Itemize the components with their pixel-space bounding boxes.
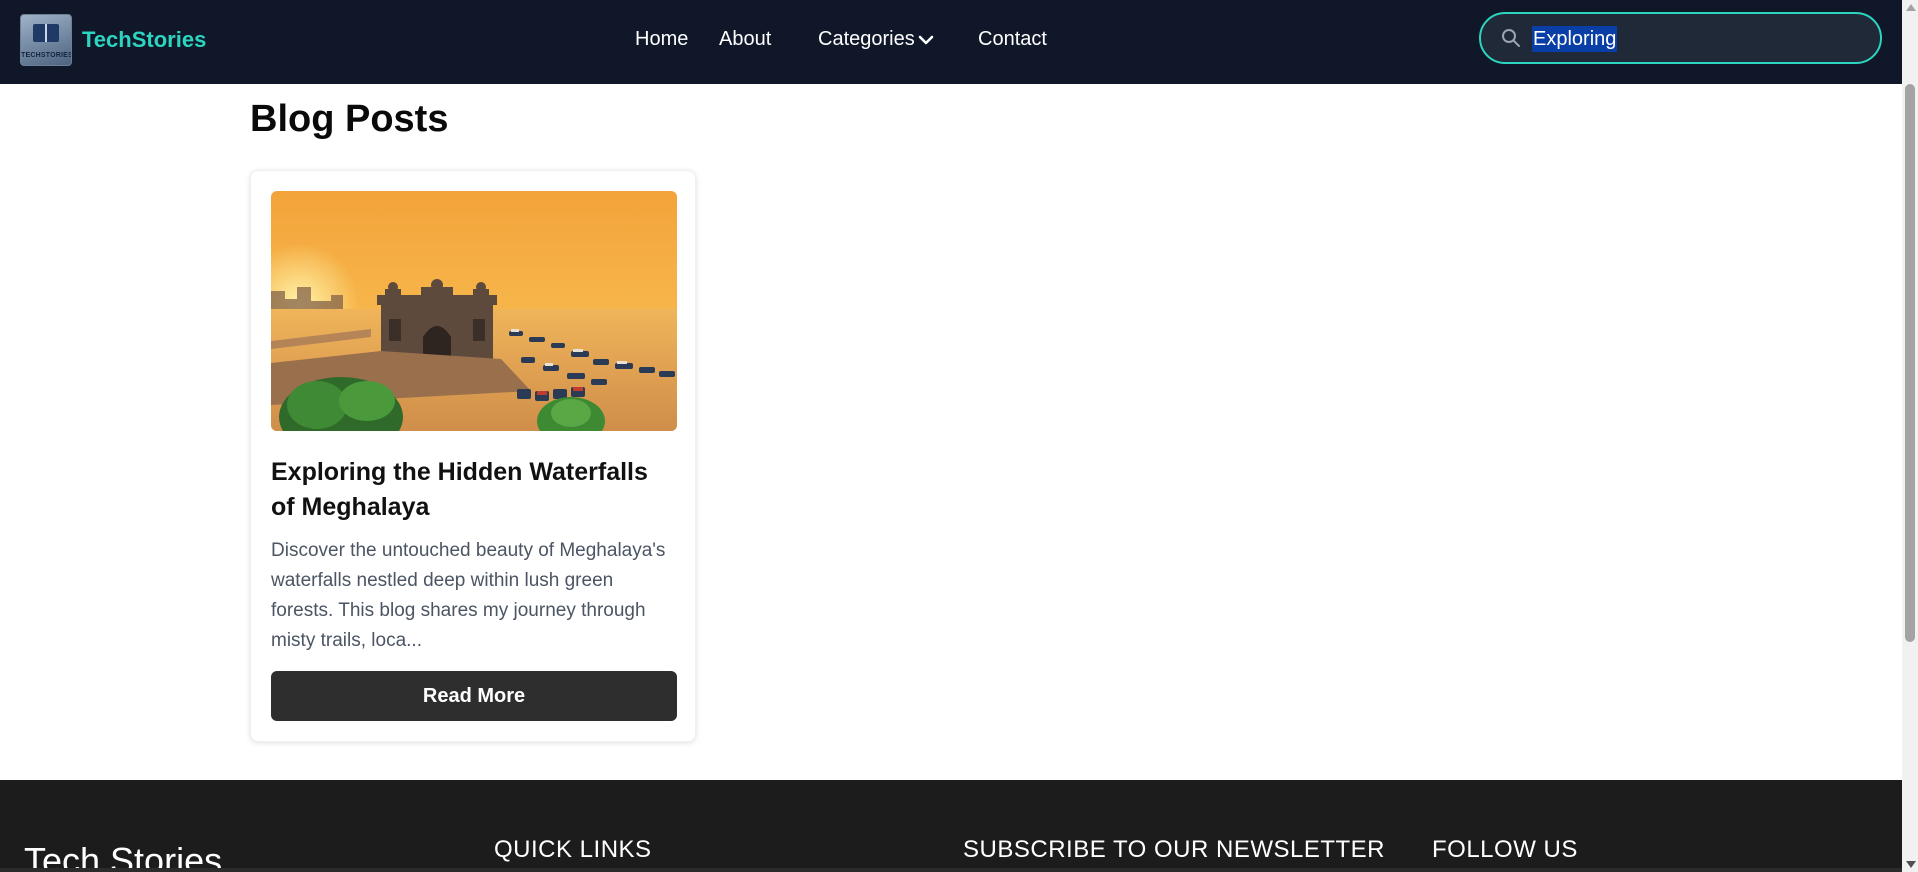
gateway-sunset-image [271,191,677,431]
post-thumbnail[interactable] [271,191,677,431]
brand-name[interactable]: TechStories [82,27,206,53]
search-selected-text: Exploring [1532,26,1618,52]
scroll-down-arrow-icon[interactable] [1906,861,1916,868]
footer-divider [0,868,1902,872]
nav-categories[interactable]: Categories [818,28,934,51]
post-excerpt: Discover the untouched beauty of Meghala… [271,540,666,651]
nav-home[interactable]: Home [635,28,688,51]
logo[interactable]: TECHSTORIES [20,14,72,66]
scrollbar[interactable] [1902,0,1918,872]
search-icon [1502,29,1520,47]
blog-post-card: Exploring the Hidden Waterfalls of Megha… [250,170,696,742]
chevron-down-icon [918,35,934,44]
book-icon [33,24,59,42]
footer-follow-heading: FOLLOW US [1432,836,1578,863]
top-navbar: TECHSTORIES TechStories Home About Categ… [0,0,1902,84]
page-title: Blog Posts [250,98,449,140]
footer-quick-links-heading: QUICK LINKS [494,836,652,863]
footer: Tech Stories QUICK LINKS SUBSCRIBE TO OU… [0,780,1902,872]
scroll-up-arrow-icon[interactable] [1906,4,1916,11]
nav-contact[interactable]: Contact [978,28,1047,51]
nav-about[interactable]: About [719,28,771,51]
footer-newsletter-heading: SUBSCRIBE TO OUR NEWSLETTER [963,836,1386,863]
scroll-thumb[interactable] [1905,84,1915,642]
read-more-button[interactable]: Read More [271,671,677,721]
logo-text: TECHSTORIES [21,52,72,59]
brand[interactable]: TECHSTORIES TechStories [20,14,206,66]
nav-categories-label: Categories [818,28,915,50]
search-box[interactable]: Exploring [1479,12,1882,64]
post-title[interactable]: Exploring the Hidden Waterfalls of Megha… [271,455,677,525]
